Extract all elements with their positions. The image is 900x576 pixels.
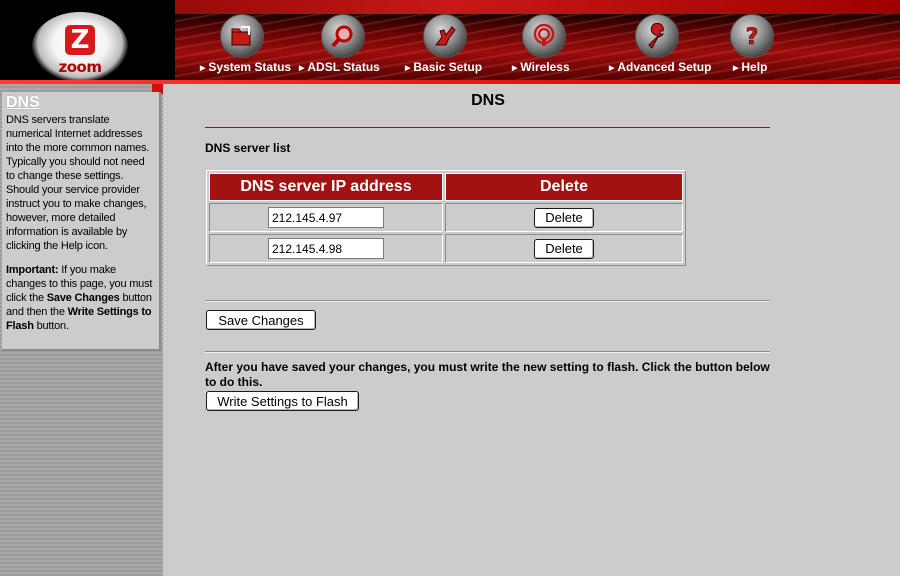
delete-button-1[interactable]: Delete — [534, 207, 594, 228]
table-header-row: DNS server IP address Delete — [209, 173, 683, 201]
dns-ip-input-1[interactable] — [268, 207, 384, 228]
main-content: DNS DNS server list DNS server IP addres… — [163, 84, 900, 576]
nav-label-advanced-setup: ▶ Advanced Setup — [609, 60, 712, 74]
magnifier-icon — [321, 14, 365, 58]
title-divider — [205, 127, 770, 128]
save-changes-button[interactable]: Save Changes — [206, 310, 316, 330]
sidebar-important-note: Important: If you make changes to this p… — [6, 264, 153, 332]
logo-wordmark: zoom — [58, 58, 102, 76]
nav-label-basic-setup: ▶ Basic Setup — [405, 60, 483, 74]
column-header-ip: DNS server IP address — [209, 173, 443, 201]
svg-text:?: ? — [746, 25, 759, 49]
dns-server-table: DNS server IP address Delete Delete Dele… — [206, 170, 686, 266]
table-row: Delete — [209, 203, 683, 232]
question-icon: ? — [730, 14, 774, 58]
nav-label-wireless: ▶ Wireless — [512, 60, 570, 74]
nav-label-adsl-status: ▶ ADSL Status — [299, 60, 380, 74]
wrench-icon — [635, 14, 679, 58]
sidebar-description: DNS servers translate numerical Internet… — [6, 114, 150, 252]
ip-cell — [209, 234, 443, 263]
dns-ip-input-2[interactable] — [268, 238, 384, 259]
header-banner: Z zoom ▶ System Status ▶ ADSL Status ▶ Basi… — [0, 0, 900, 84]
column-header-delete: Delete — [445, 173, 683, 201]
page-title: DNS — [471, 92, 505, 109]
folder-icon — [220, 14, 264, 58]
delete-cell: Delete — [445, 234, 683, 263]
delete-cell: Delete — [445, 203, 683, 232]
save-divider — [205, 300, 770, 302]
sidebar: DNS DNS servers translate numerical Inte… — [0, 84, 172, 576]
table-row: Delete — [209, 234, 683, 263]
sidebar-help-panel: DNS DNS servers translate numerical Inte… — [2, 92, 161, 351]
antenna-icon — [522, 14, 566, 58]
zoom-logo[interactable]: Z zoom — [32, 12, 128, 82]
sidebar-title: DNS — [6, 94, 40, 111]
logo-z-icon: Z — [65, 25, 95, 55]
flash-instructions: After you have saved your changes, you m… — [205, 360, 770, 389]
write-settings-to-flash-button[interactable]: Write Settings to Flash — [206, 391, 359, 411]
hand-icon — [423, 14, 467, 58]
ip-cell — [209, 203, 443, 232]
nav-label-help: ▶ Help — [733, 60, 768, 74]
delete-button-2[interactable]: Delete — [534, 238, 594, 259]
nav-label-system-status: ▶ System Status — [200, 60, 292, 74]
flash-divider — [205, 351, 770, 353]
section-label: DNS server list — [205, 141, 291, 155]
